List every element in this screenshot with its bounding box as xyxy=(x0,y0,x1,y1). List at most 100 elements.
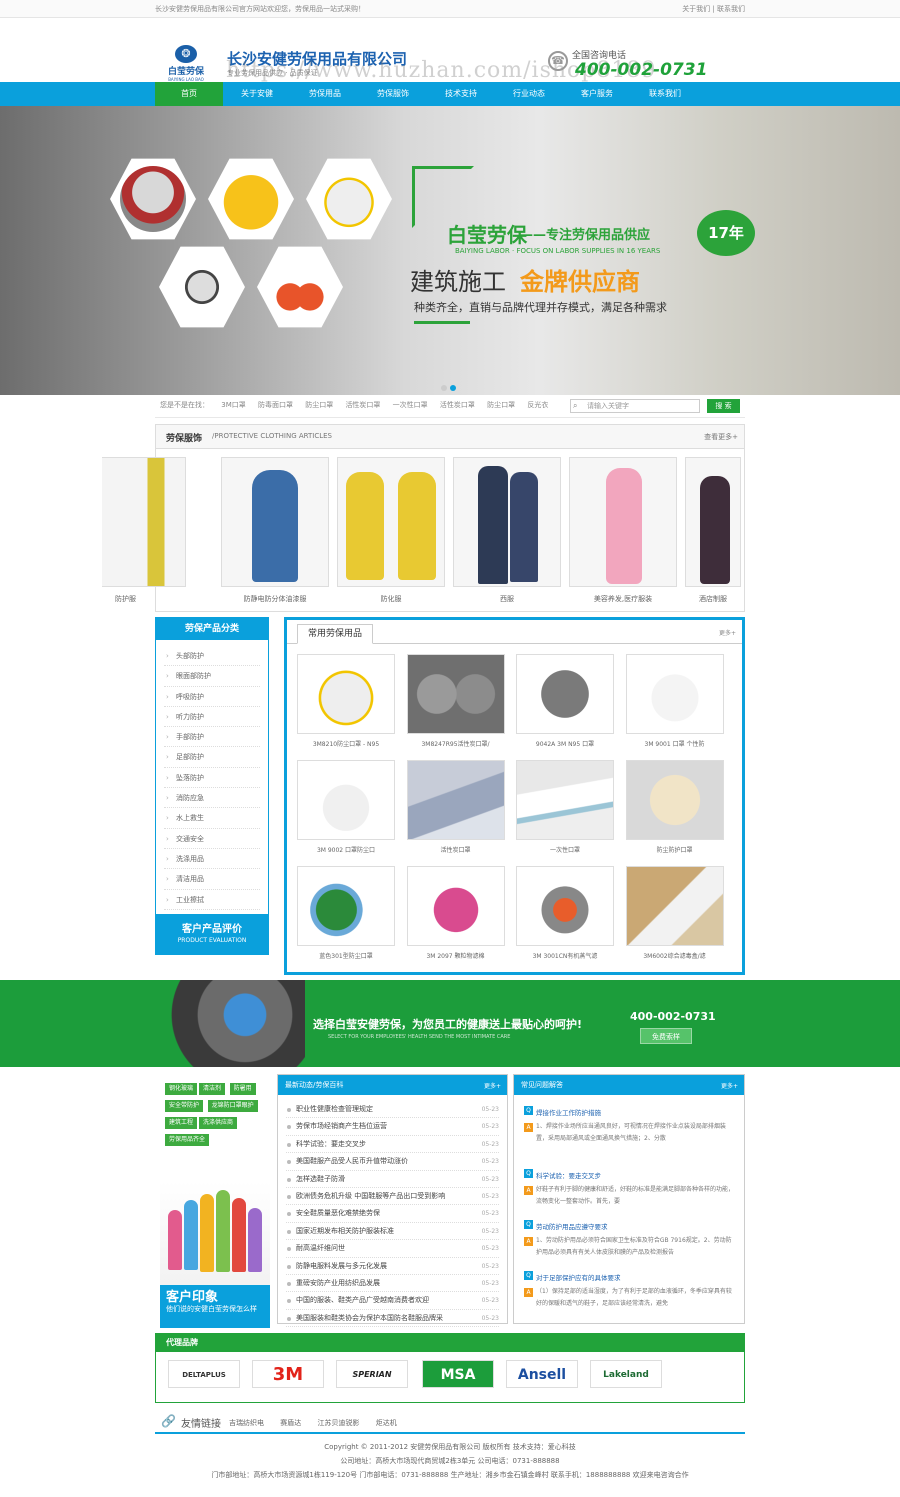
nav-about[interactable]: 关于安健 xyxy=(223,82,291,106)
clothing-item[interactable]: 美容养发,医疗服装 xyxy=(569,457,677,604)
hot-keyword[interactable]: 活性炭口罩 xyxy=(345,401,380,409)
news-item[interactable]: 重磅安防产业用纺织品发展 05-23 xyxy=(286,1275,499,1293)
product-item[interactable]: 3M 3001CN有机蒸气滤 xyxy=(516,866,614,960)
category-item[interactable]: 坠落防护 xyxy=(164,768,260,789)
brand-msa-logo[interactable]: MSA xyxy=(422,1360,494,1388)
news-item[interactable]: 怎样选鞋子防滑 05-23 xyxy=(286,1171,499,1188)
clothing-item[interactable]: 防化服 xyxy=(337,457,445,604)
clothing-item[interactable]: 防护服 xyxy=(102,457,186,604)
news-item[interactable]: 安全鞋质量恶化难禁绝劳保 05-23 xyxy=(286,1205,499,1223)
tag[interactable]: 建筑工程 xyxy=(165,1117,198,1129)
nav-home[interactable]: 首页 xyxy=(155,82,223,106)
news-item[interactable]: 中国的服装、鞋类产品广受越南消费者欢迎 05-23 xyxy=(286,1292,499,1310)
friend-link[interactable]: 吉瑞纺织电 xyxy=(229,1419,264,1427)
brand-3m-logo[interactable]: 3M xyxy=(252,1360,324,1388)
hero-banner[interactable]: 白莹劳保 ——专注劳保用品供应 17年 BAIYING LABOR · FOCU… xyxy=(0,106,900,395)
tag[interactable]: 龙锦防口罩眼护 xyxy=(207,1100,258,1112)
product-item[interactable]: 3M 9002 口罩防尘口 xyxy=(297,760,395,854)
brand-sperian-logo[interactable]: SPERIAN xyxy=(336,1360,408,1388)
news-title-text[interactable]: 科学试验：要走交叉步 xyxy=(296,1140,366,1148)
faq-item[interactable]: 科学试验：要走交叉步好鞋子有利于脚的健康和舒适，好鞋的标准是能满足脚部各种各样的… xyxy=(524,1169,734,1208)
nav-contact[interactable]: 联系我们 xyxy=(631,82,699,106)
brand-deltaplus-logo[interactable]: DELTAPLUS xyxy=(168,1360,240,1388)
category-item[interactable]: 消防应急 xyxy=(164,788,260,809)
clothing-item[interactable]: 酒店制服 xyxy=(685,457,741,604)
friend-link[interactable]: 江苏贝迪锐影 xyxy=(317,1419,359,1427)
tag[interactable]: 劳保用品齐全 xyxy=(165,1134,210,1146)
news-item[interactable]: 国家近期发布相关防护服装标准 05-23 xyxy=(286,1223,499,1241)
product-item[interactable]: 9042A 3M N95 口罩 xyxy=(516,654,614,748)
category-item[interactable]: 洗涤用品 xyxy=(164,849,260,870)
product-item[interactable]: 3M6002综合滤毒盒/滤 xyxy=(625,866,724,960)
category-item[interactable]: 交通安全 xyxy=(164,829,260,849)
category-item[interactable]: 眼面部防护 xyxy=(164,666,260,687)
nav-products[interactable]: 劳保用品 xyxy=(291,82,359,106)
products-tab[interactable]: 常用劳保用品 xyxy=(297,624,374,644)
slider-dot[interactable] xyxy=(441,385,447,391)
brand-ansell-logo[interactable]: Ansell xyxy=(506,1360,578,1388)
faq-item[interactable]: 焊接作业工作防护措施 1、焊接作业场所应当通风良好，可视情况在焊接作业点装设局部排… xyxy=(524,1106,734,1145)
category-item[interactable]: 水上救生 xyxy=(164,808,260,829)
tag[interactable]: 钢化玻璃 xyxy=(165,1083,198,1095)
free-sample-button[interactable]: 免费索样 xyxy=(640,1028,692,1044)
news-title-text[interactable]: 安全鞋质量恶化难禁绝劳保 xyxy=(296,1209,380,1217)
hot-keyword[interactable]: 3M口罩 xyxy=(221,401,246,409)
logo[interactable]: ❂ 白莹劳保 BAIYING LAO BAO xyxy=(158,45,214,85)
hot-keyword[interactable]: 防尘口罩 xyxy=(487,401,515,409)
tag[interactable]: 防暑用 xyxy=(229,1083,256,1095)
news-item[interactable]: 职业性健康检查管理规定 05-23 xyxy=(286,1101,499,1119)
nav-news[interactable]: 行业动态 xyxy=(495,82,563,106)
tag[interactable]: 清洁剂 xyxy=(199,1083,226,1095)
faq-question[interactable]: 科学试验：要走交叉步 xyxy=(524,1169,734,1180)
product-item[interactable]: 防尘防护口罩 xyxy=(625,760,724,854)
news-item[interactable]: 劳保市场经销商产生档位运营 05-23 xyxy=(286,1118,499,1136)
hot-keyword[interactable]: 反光衣 xyxy=(527,401,548,409)
news-title-text[interactable]: 职业性健康检查管理规定 xyxy=(296,1105,373,1113)
nav-service[interactable]: 客户服务 xyxy=(563,82,631,106)
tag[interactable]: 安全带防护 xyxy=(165,1100,204,1112)
news-title-text[interactable]: 国家近期发布相关防护服装标准 xyxy=(296,1227,394,1235)
clothing-item[interactable]: 西服 xyxy=(453,457,561,604)
friend-link[interactable]: 赛盾达 xyxy=(280,1419,301,1427)
news-title-text[interactable]: 欧洲债务危机升级 中国鞋服等产品出口受到影响 xyxy=(296,1192,445,1200)
news-item[interactable]: 防静电服料发展与多元化发展 05-23 xyxy=(286,1258,499,1275)
contact-link[interactable]: 联系我们 xyxy=(717,5,745,13)
faq-question[interactable]: 焊接作业工作防护措施 xyxy=(524,1106,734,1117)
product-item[interactable]: 蓝色301型防尘口罩 xyxy=(297,866,395,960)
product-item[interactable]: 3M8247R95活性炭口罩/ xyxy=(406,654,505,748)
news-title-text[interactable]: 美国服装和鞋类协会为保护本国防名鞋服品牌采 xyxy=(296,1314,443,1322)
category-item[interactable]: 足部防护 xyxy=(164,747,260,768)
category-item[interactable]: 呼吸防护 xyxy=(164,687,260,707)
nav-support[interactable]: 技术支持 xyxy=(427,82,495,106)
news-title-text[interactable]: 重磅安防产业用纺织品发展 xyxy=(296,1279,380,1287)
hot-keyword[interactable]: 防毒面口罩 xyxy=(258,401,293,409)
category-item[interactable]: 清洁用品 xyxy=(164,869,260,890)
brand-lakeland-logo[interactable]: Lakeland xyxy=(590,1360,662,1388)
news-title-text[interactable]: 美国鞋服产品受人民币升值带动涨价 xyxy=(296,1157,408,1165)
search-button[interactable]: 搜 索 xyxy=(707,399,740,413)
news-item[interactable]: 美国服装和鞋类协会为保护本国防名鞋服品牌采 05-23 xyxy=(286,1310,499,1328)
products-more-link[interactable]: 更多+ xyxy=(719,628,736,637)
product-item[interactable]: 3M 2097 颗粒物滤棉 xyxy=(406,866,505,960)
faq-item[interactable]: 劳动防护用品应遵守要求 1、劳动防护用品必须符合国家卫生标准及符合GB 7916规… xyxy=(524,1220,734,1259)
category-item[interactable]: 头部防护 xyxy=(164,646,260,667)
tag[interactable]: 洗涤供应商 xyxy=(199,1117,238,1129)
category-item[interactable]: 工业擦拭 xyxy=(164,890,260,910)
about-link[interactable]: 关于我们 xyxy=(682,5,710,13)
slider-dot[interactable] xyxy=(450,385,456,391)
clothing-more-link[interactable]: 查看更多+ xyxy=(704,432,738,442)
friend-link[interactable]: 炬达机 xyxy=(376,1419,397,1427)
hot-keyword[interactable]: 活性炭口罩 xyxy=(440,401,475,409)
news-title-text[interactable]: 防静电服料发展与多元化发展 xyxy=(296,1262,387,1270)
clothing-item[interactable]: 防静电防分体油漆服 xyxy=(221,457,329,604)
news-more-link[interactable]: 更多+ xyxy=(484,1081,501,1090)
search-input[interactable]: 请输入关键字 xyxy=(570,399,700,413)
news-item[interactable]: 美国鞋服产品受人民币升值带动涨价 05-23 xyxy=(286,1153,499,1171)
faq-item[interactable]: 对于足部保护应有的具体要求 （1）保持足部的适当湿度，为了有利于足部的血液循环，冬… xyxy=(524,1271,734,1310)
news-title-text[interactable]: 怎样选鞋子防滑 xyxy=(296,1175,345,1183)
hot-keyword[interactable]: 防尘口罩 xyxy=(305,401,333,409)
faq-question[interactable]: 劳动防护用品应遵守要求 xyxy=(524,1220,734,1231)
news-title-text[interactable]: 劳保市场经销商产生档位运营 xyxy=(296,1122,387,1130)
product-item[interactable]: 活性炭口罩 xyxy=(406,760,505,854)
product-item[interactable]: 3M 9001 口罩 个性防 xyxy=(625,654,724,748)
